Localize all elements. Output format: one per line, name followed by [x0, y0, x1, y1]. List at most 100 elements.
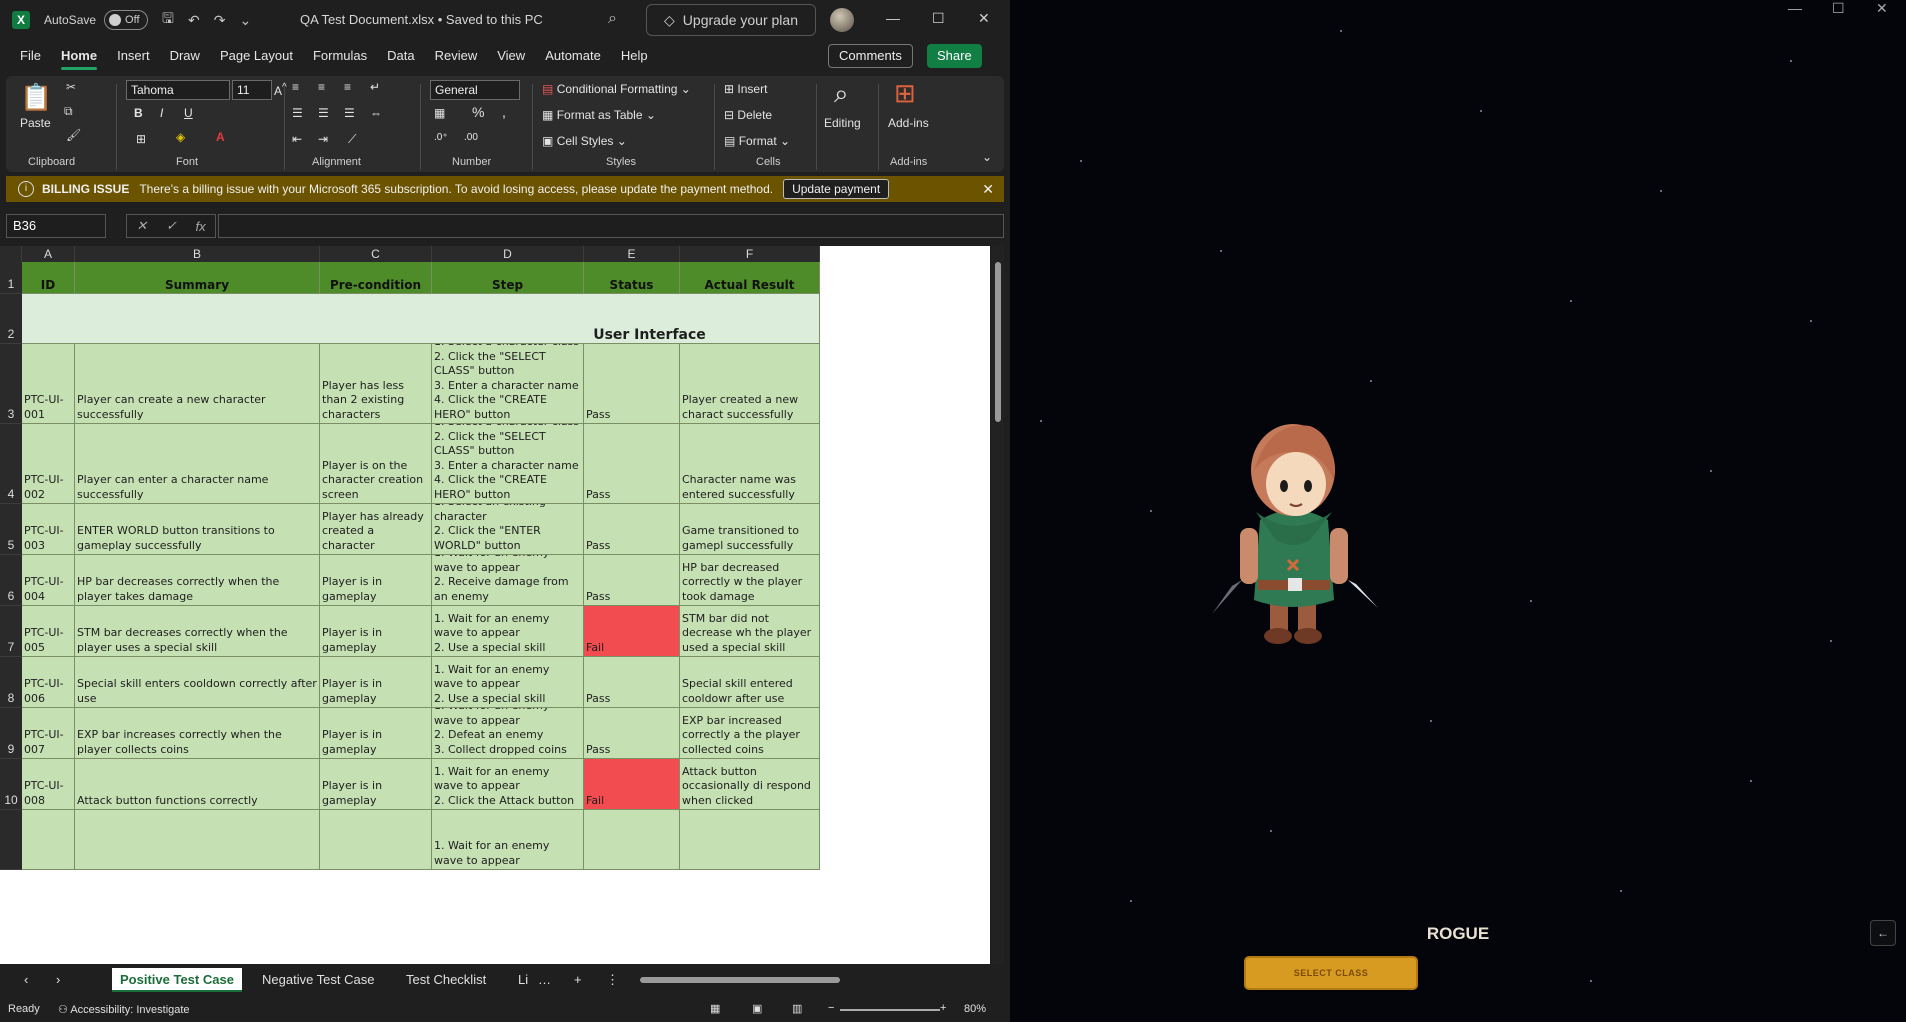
actual-result-cell[interactable]: Game transitioned to gamepl successfully — [680, 504, 820, 555]
precondition-cell[interactable]: Player is on the character creation scre… — [320, 424, 432, 504]
editing-button[interactable]: Editing — [824, 116, 861, 130]
undo-icon[interactable]: ↶ — [188, 12, 200, 29]
header-cell[interactable]: Status — [584, 262, 680, 294]
formula-input[interactable] — [218, 214, 1004, 238]
row-header[interactable]: 2 — [0, 294, 22, 344]
font-name-select[interactable]: Tahoma — [126, 80, 230, 100]
merge-center-icon[interactable]: ⇔ — [370, 106, 382, 120]
redo-icon[interactable]: ↷ — [214, 12, 226, 29]
id-cell[interactable]: PTC-UI-003 — [22, 504, 75, 555]
comments-button[interactable]: Comments — [828, 44, 913, 68]
id-cell[interactable]: PTC-UI-008 — [22, 759, 75, 810]
share-button[interactable]: Share — [927, 44, 982, 68]
side-arrow-icon[interactable]: ← — [1870, 920, 1896, 946]
cut-icon[interactable]: ✂ — [66, 80, 76, 94]
summary-cell[interactable]: Attack button functions correctly — [75, 759, 320, 810]
tab-automate[interactable]: Automate — [535, 40, 611, 72]
cancel-icon[interactable]: ✕ — [136, 218, 147, 234]
status-cell[interactable]: Pass — [584, 708, 680, 759]
add-sheet-icon[interactable]: + — [566, 968, 590, 992]
copy-icon[interactable]: ⧉ — [64, 104, 73, 119]
summary-cell[interactable] — [75, 810, 320, 870]
zoom-out-icon[interactable]: − — [828, 1002, 834, 1014]
editing-search-icon[interactable]: ⌕ — [834, 78, 849, 110]
column-header-c[interactable]: C — [320, 246, 432, 262]
conditional-formatting-button[interactable]: ▤ Conditional Formatting ⌄ — [542, 82, 691, 96]
step-cell[interactable]: 1. Select an existing character 2. Click… — [432, 504, 584, 555]
fill-color-icon[interactable]: ◈ — [176, 130, 185, 144]
sheet-tab-positive[interactable]: Positive Test Case — [112, 968, 242, 992]
step-cell[interactable]: 1. Select a character class 2. Click the… — [432, 344, 584, 424]
id-cell[interactable]: PTC-UI-004 — [22, 555, 75, 606]
maximize-icon[interactable]: ☐ — [932, 10, 945, 27]
name-box[interactable]: B36 — [6, 214, 106, 238]
delete-cells-button[interactable]: ⊟ Delete — [724, 108, 772, 122]
zoom-slider[interactable] — [840, 1009, 940, 1011]
update-payment-button[interactable]: Update payment — [783, 179, 890, 199]
spreadsheet-grid[interactable]: A B C D E F 1 ID Summary Pre-condition Step Status A… — [0, 246, 990, 964]
summary-cell[interactable]: STM bar decreases correctly when the pla… — [75, 606, 320, 657]
row-header[interactable]: 1 — [0, 262, 22, 294]
status-cell[interactable]: Pass — [584, 555, 680, 606]
tab-review[interactable]: Review — [425, 40, 488, 72]
status-cell[interactable] — [584, 810, 680, 870]
precondition-cell[interactable]: Player is in gameplay — [320, 657, 432, 708]
normal-view-icon[interactable]: ▦ — [710, 1002, 720, 1015]
orientation-icon[interactable]: ⟋ — [348, 132, 356, 147]
add-ins-button[interactable]: Add-ins — [888, 116, 929, 130]
status-cell[interactable]: Pass — [584, 344, 680, 424]
header-cell[interactable]: Summary — [75, 262, 320, 294]
comma-style-icon[interactable]: , — [502, 104, 506, 120]
select-all-corner[interactable] — [0, 246, 22, 262]
sheet-tab-negative[interactable]: Negative Test Case — [254, 968, 383, 992]
row-header[interactable]: 10 — [0, 759, 22, 810]
decrease-decimal-icon[interactable]: .00 — [464, 132, 478, 143]
precondition-cell[interactable]: Player is in gameplay — [320, 555, 432, 606]
align-middle-icon[interactable]: ≡ — [318, 80, 325, 94]
summary-cell[interactable]: Special skill enters cooldown correctly … — [75, 657, 320, 708]
save-icon[interactable]: 🖫 — [162, 8, 174, 32]
tab-insert[interactable]: Insert — [107, 40, 160, 72]
column-header-a[interactable]: A — [22, 246, 75, 262]
summary-cell[interactable]: Player can enter a character name succes… — [75, 424, 320, 504]
id-cell[interactable]: PTC-UI-005 — [22, 606, 75, 657]
collapse-ribbon-icon[interactable]: ⌄ — [982, 150, 992, 164]
zoom-in-icon[interactable]: + — [940, 1002, 946, 1014]
row-header[interactable]: 5 — [0, 504, 22, 555]
close-icon[interactable]: ✕ — [978, 10, 990, 27]
borders-icon[interactable]: ⊞ — [136, 132, 146, 146]
insert-cells-button[interactable]: ⊞ Insert — [724, 82, 767, 96]
step-cell[interactable]: 1. Wait for an enemy wave to appear 2. R… — [432, 555, 584, 606]
actual-result-cell[interactable]: EXP bar increased correctly a the player… — [680, 708, 820, 759]
actual-result-cell[interactable]: STM bar did not decrease wh the player u… — [680, 606, 820, 657]
id-cell[interactable]: PTC-UI-007 — [22, 708, 75, 759]
prev-sheet-icon[interactable]: ‹ — [16, 968, 36, 992]
step-cell[interactable]: 1. Select a character class 2. Click the… — [432, 424, 584, 504]
id-cell[interactable]: PTC-UI-006 — [22, 657, 75, 708]
number-format-select[interactable]: General — [430, 80, 520, 100]
header-cell[interactable]: Pre-condition — [320, 262, 432, 294]
status-cell[interactable]: Fail — [584, 606, 680, 657]
tab-draw[interactable]: Draw — [160, 40, 210, 72]
font-size-select[interactable]: 11 — [232, 80, 272, 100]
zoom-level[interactable]: 80% — [964, 1003, 986, 1015]
header-cell[interactable]: Actual Result — [680, 262, 820, 294]
precondition-cell[interactable]: Player is in gameplay — [320, 759, 432, 810]
summary-cell[interactable]: Player can create a new character succes… — [75, 344, 320, 424]
align-left-icon[interactable]: ☰ — [292, 106, 303, 120]
vertical-scrollbar[interactable] — [992, 246, 1004, 964]
sheet-options-icon[interactable]: ⋮ — [598, 968, 627, 992]
tab-file[interactable]: File — [10, 40, 51, 72]
underline-icon[interactable]: U — [184, 106, 193, 120]
horizontal-scrollbar[interactable] — [632, 974, 988, 986]
actual-result-cell[interactable]: Character name was entered successfully — [680, 424, 820, 504]
game-close-icon[interactable]: ✕ — [1876, 0, 1888, 17]
column-header-b[interactable]: B — [75, 246, 320, 262]
paste-button[interactable]: Paste — [20, 116, 51, 130]
actual-result-cell[interactable] — [680, 810, 820, 870]
close-banner-icon[interactable]: ✕ — [982, 181, 994, 198]
tab-data[interactable]: Data — [377, 40, 424, 72]
upgrade-button[interactable]: ◇ Upgrade your plan — [646, 4, 816, 36]
align-center-icon[interactable]: ☰ — [318, 106, 329, 120]
increase-decimal-icon[interactable]: .0⁺ — [434, 132, 448, 143]
